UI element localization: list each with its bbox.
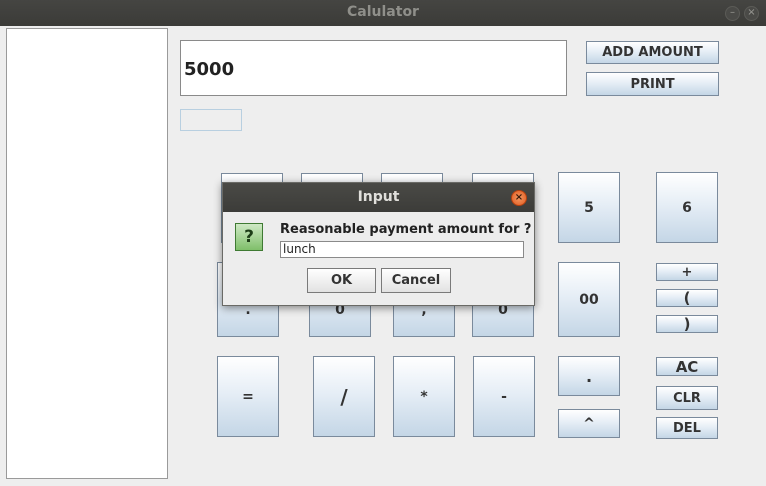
display-value: 5000 [184,59,235,80]
dialog-title-bar: Input × [223,183,534,212]
key-6[interactable]: 6 [656,172,718,243]
key-equals[interactable]: = [217,356,279,437]
question-icon: ? [235,223,263,251]
payment-description-input[interactable]: lunch [280,241,524,258]
key-multiply[interactable]: * [393,356,455,437]
add-amount-button[interactable]: ADD AMOUNT [586,41,719,64]
key-del[interactable]: DEL [656,417,718,439]
key-ac[interactable]: AC [656,357,718,376]
ok-button[interactable]: OK [307,268,376,293]
key-divide[interactable]: / [313,356,375,437]
key-close-paren[interactable]: ) [656,315,718,333]
window-title: Calulator [347,4,419,20]
dialog-prompt: Reasonable payment amount for ? [280,222,532,237]
key-plus[interactable]: + [656,263,718,281]
transaction-list[interactable] [6,28,168,479]
dialog-close-icon[interactable]: × [511,190,527,206]
minimize-icon[interactable]: – [725,6,740,21]
key-dot[interactable]: . [558,356,620,396]
input-dialog: Input × ? Reasonable payment amount for … [222,182,535,306]
key-clr[interactable]: CLR [656,386,718,410]
title-bar: Calulator – × [0,0,766,26]
cancel-button[interactable]: Cancel [381,268,451,293]
amount-display[interactable]: 5000 [180,40,567,96]
dialog-title: Input [357,189,400,205]
key-minus[interactable]: - [473,356,535,437]
key-open-paren[interactable]: ( [656,289,718,307]
key-power[interactable]: ^ [558,409,620,438]
key-double-zero[interactable]: 00 [558,262,620,337]
status-field [180,109,242,131]
print-button[interactable]: PRINT [586,72,719,96]
close-icon[interactable]: × [744,6,759,21]
key-5[interactable]: 5 [558,172,620,243]
